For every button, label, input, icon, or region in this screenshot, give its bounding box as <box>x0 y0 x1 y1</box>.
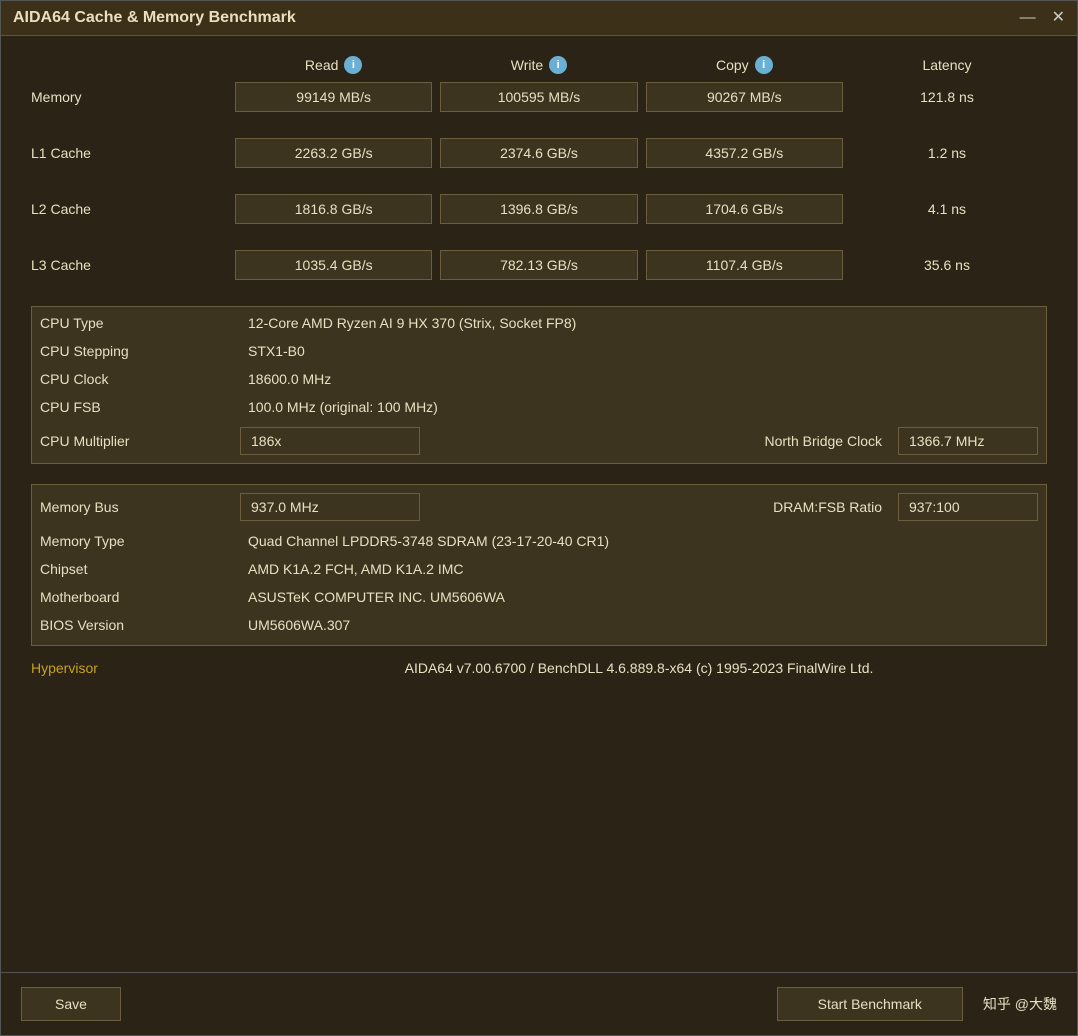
l1-label: L1 Cache <box>31 145 231 161</box>
l1-read: 2263.2 GB/s <box>235 138 432 168</box>
cpu-fsb-value: 100.0 MHz (original: 100 MHz) <box>240 395 1038 419</box>
cpu-type-label: CPU Type <box>40 315 240 331</box>
save-button[interactable]: Save <box>21 987 121 1021</box>
cpu-clock-label: CPU Clock <box>40 371 240 387</box>
chipset-label: Chipset <box>40 561 240 577</box>
cpu-stepping-row: CPU Stepping STX1-B0 <box>40 339 1038 363</box>
motherboard-label: Motherboard <box>40 589 240 605</box>
l2-label: L2 Cache <box>31 201 231 217</box>
l2-copy: 1704.6 GB/s <box>646 194 843 224</box>
bios-row: BIOS Version UM5606WA.307 <box>40 613 1038 637</box>
footer: Save Start Benchmark 知乎 @大魏 <box>1 972 1077 1035</box>
minimize-button[interactable]: — <box>1020 10 1036 26</box>
memory-bus-value: 937.0 MHz <box>240 493 420 521</box>
cpu-clock-value: 18600.0 MHz <box>240 367 1038 391</box>
l3-read: 1035.4 GB/s <box>235 250 432 280</box>
memory-info-block: Memory Bus 937.0 MHz DRAM:FSB Ratio 937:… <box>31 484 1047 646</box>
bios-value: UM5606WA.307 <box>240 613 1038 637</box>
dram-fsb-value: 937:100 <box>898 493 1038 521</box>
cpu-type-value: 12-Core AMD Ryzen AI 9 HX 370 (Strix, So… <box>240 311 1038 335</box>
cpu-multiplier-row: CPU Multiplier 186x North Bridge Clock 1… <box>40 423 1038 459</box>
l2-latency: 4.1 ns <box>847 201 1047 217</box>
cpu-stepping-value: STX1-B0 <box>240 339 1038 363</box>
cpu-info-inner: CPU Type 12-Core AMD Ryzen AI 9 HX 370 (… <box>31 306 1047 464</box>
dram-fsb-label: DRAM:FSB Ratio <box>773 499 898 515</box>
cpu-info-block: CPU Type 12-Core AMD Ryzen AI 9 HX 370 (… <box>31 306 1047 464</box>
memory-type-value: Quad Channel LPDDR5-3748 SDRAM (23-17-20… <box>240 529 1038 553</box>
main-content: Read i Write i Copy i Latency Memory 991… <box>1 36 1077 972</box>
cpu-fsb-row: CPU FSB 100.0 MHz (original: 100 MHz) <box>40 395 1038 419</box>
l3-latency: 35.6 ns <box>847 257 1047 273</box>
copy-info-icon[interactable]: i <box>755 56 773 74</box>
l3-label: L3 Cache <box>31 257 231 273</box>
start-benchmark-button[interactable]: Start Benchmark <box>777 987 963 1021</box>
l1-latency: 1.2 ns <box>847 145 1047 161</box>
cpu-multiplier-label: CPU Multiplier <box>40 433 240 449</box>
window-title: AIDA64 Cache & Memory Benchmark <box>13 9 296 27</box>
l1-write: 2374.6 GB/s <box>440 138 637 168</box>
memory-type-label: Memory Type <box>40 533 240 549</box>
close-button[interactable]: ✕ <box>1052 10 1065 26</box>
write-info-icon[interactable]: i <box>549 56 567 74</box>
memory-bus-row: Memory Bus 937.0 MHz DRAM:FSB Ratio 937:… <box>40 489 1038 525</box>
l1-copy: 4357.2 GB/s <box>646 138 843 168</box>
watermark: 知乎 @大魏 <box>983 994 1057 1014</box>
main-window: AIDA64 Cache & Memory Benchmark — ✕ Read… <box>0 0 1078 1036</box>
titlebar-controls: — ✕ <box>1020 10 1065 26</box>
l2-row: L2 Cache 1816.8 GB/s 1396.8 GB/s 1704.6 … <box>31 194 1047 224</box>
memory-label: Memory <box>31 89 231 105</box>
l3-row: L3 Cache 1035.4 GB/s 782.13 GB/s 1107.4 … <box>31 250 1047 280</box>
memory-info-inner: Memory Bus 937.0 MHz DRAM:FSB Ratio 937:… <box>31 484 1047 646</box>
latency-header: Latency <box>847 56 1047 74</box>
north-bridge-clock-value: 1366.7 MHz <box>898 427 1038 455</box>
motherboard-row: Motherboard ASUSTeK COMPUTER INC. UM5606… <box>40 585 1038 609</box>
column-headers: Read i Write i Copy i Latency <box>31 56 1047 74</box>
motherboard-value: ASUSTeK COMPUTER INC. UM5606WA <box>240 585 1038 609</box>
hypervisor-label: Hypervisor <box>31 660 231 676</box>
bios-label: BIOS Version <box>40 617 240 633</box>
cpu-clock-row: CPU Clock 18600.0 MHz <box>40 367 1038 391</box>
memory-row: Memory 99149 MB/s 100595 MB/s 90267 MB/s… <box>31 82 1047 112</box>
memory-type-row: Memory Type Quad Channel LPDDR5-3748 SDR… <box>40 529 1038 553</box>
cpu-type-row: CPU Type 12-Core AMD Ryzen AI 9 HX 370 (… <box>40 311 1038 335</box>
l2-read: 1816.8 GB/s <box>235 194 432 224</box>
hypervisor-value: AIDA64 v7.00.6700 / BenchDLL 4.6.889.8-x… <box>231 660 1047 676</box>
read-header: Read i <box>231 56 436 74</box>
write-header: Write i <box>436 56 641 74</box>
north-bridge-clock-label: North Bridge Clock <box>765 433 899 449</box>
memory-copy: 90267 MB/s <box>646 82 843 112</box>
l3-copy: 1107.4 GB/s <box>646 250 843 280</box>
cpu-fsb-label: CPU FSB <box>40 399 240 415</box>
l1-row: L1 Cache 2263.2 GB/s 2374.6 GB/s 4357.2 … <box>31 138 1047 168</box>
titlebar: AIDA64 Cache & Memory Benchmark — ✕ <box>1 1 1077 36</box>
memory-write: 100595 MB/s <box>440 82 637 112</box>
memory-bus-label: Memory Bus <box>40 499 240 515</box>
l2-write: 1396.8 GB/s <box>440 194 637 224</box>
memory-read: 99149 MB/s <box>235 82 432 112</box>
cpu-stepping-label: CPU Stepping <box>40 343 240 359</box>
hypervisor-row: Hypervisor AIDA64 v7.00.6700 / BenchDLL … <box>31 650 1047 680</box>
chipset-row: Chipset AMD K1A.2 FCH, AMD K1A.2 IMC <box>40 557 1038 581</box>
cpu-multiplier-value: 186x <box>240 427 420 455</box>
memory-latency: 121.8 ns <box>847 89 1047 105</box>
l3-write: 782.13 GB/s <box>440 250 637 280</box>
read-info-icon[interactable]: i <box>344 56 362 74</box>
copy-header: Copy i <box>642 56 847 74</box>
chipset-value: AMD K1A.2 FCH, AMD K1A.2 IMC <box>240 557 1038 581</box>
